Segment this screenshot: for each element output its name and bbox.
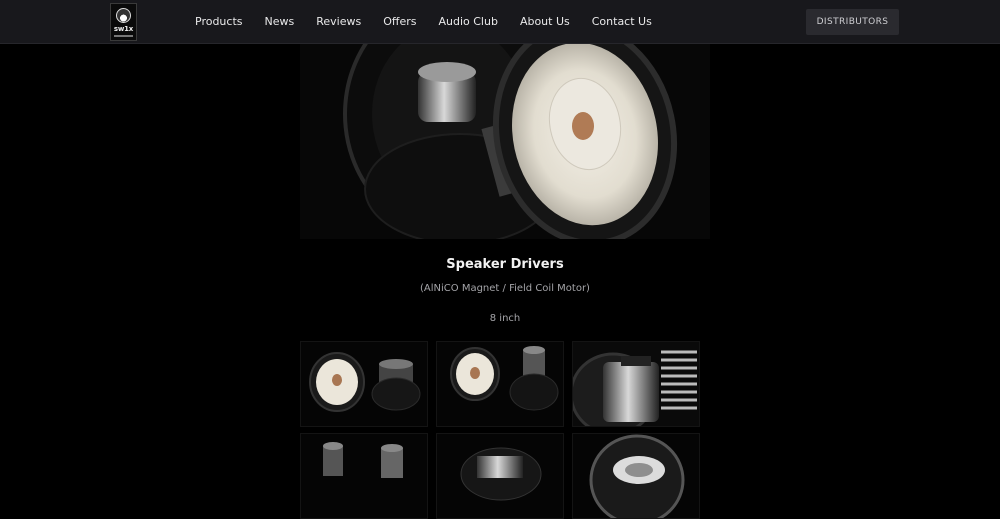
top-navigation-bar: sw1x Products News Reviews Offers Audio … (0, 0, 1000, 44)
nav-item-about-us[interactable]: About Us (520, 15, 570, 28)
gallery-thumbnail-2[interactable] (436, 341, 564, 427)
gallery-thumbnail-5[interactable] (436, 433, 564, 519)
distributors-button[interactable]: DISTRIBUTORS (806, 9, 899, 35)
nav-item-audio-club[interactable]: Audio Club (438, 15, 497, 28)
main-nav: Products News Reviews Offers Audio Club … (195, 0, 674, 43)
nav-item-news[interactable]: News (265, 15, 295, 28)
logo-underline (114, 35, 133, 37)
product-subtitle: (AlNiCO Magnet / Field Coil Motor) (420, 283, 590, 294)
gallery-thumbnail-4[interactable] (300, 433, 428, 519)
logo-text: sw1x (113, 25, 134, 33)
gallery-thumbnail-6[interactable] (572, 433, 700, 519)
nav-item-contact-us[interactable]: Contact Us (592, 15, 652, 28)
product-title: Speaker Drivers (446, 257, 564, 272)
nav-item-offers[interactable]: Offers (383, 15, 416, 28)
nav-item-products[interactable]: Products (195, 15, 243, 28)
gallery-thumbnail-3[interactable] (572, 341, 700, 427)
logo-emblem-icon (116, 8, 131, 23)
nav-item-reviews[interactable]: Reviews (316, 15, 361, 28)
sw1x-logo[interactable]: sw1x (110, 3, 137, 41)
product-size: 8 inch (489, 313, 521, 324)
hero-product-image (300, 44, 710, 239)
gallery-thumbnail-1[interactable] (300, 341, 428, 427)
